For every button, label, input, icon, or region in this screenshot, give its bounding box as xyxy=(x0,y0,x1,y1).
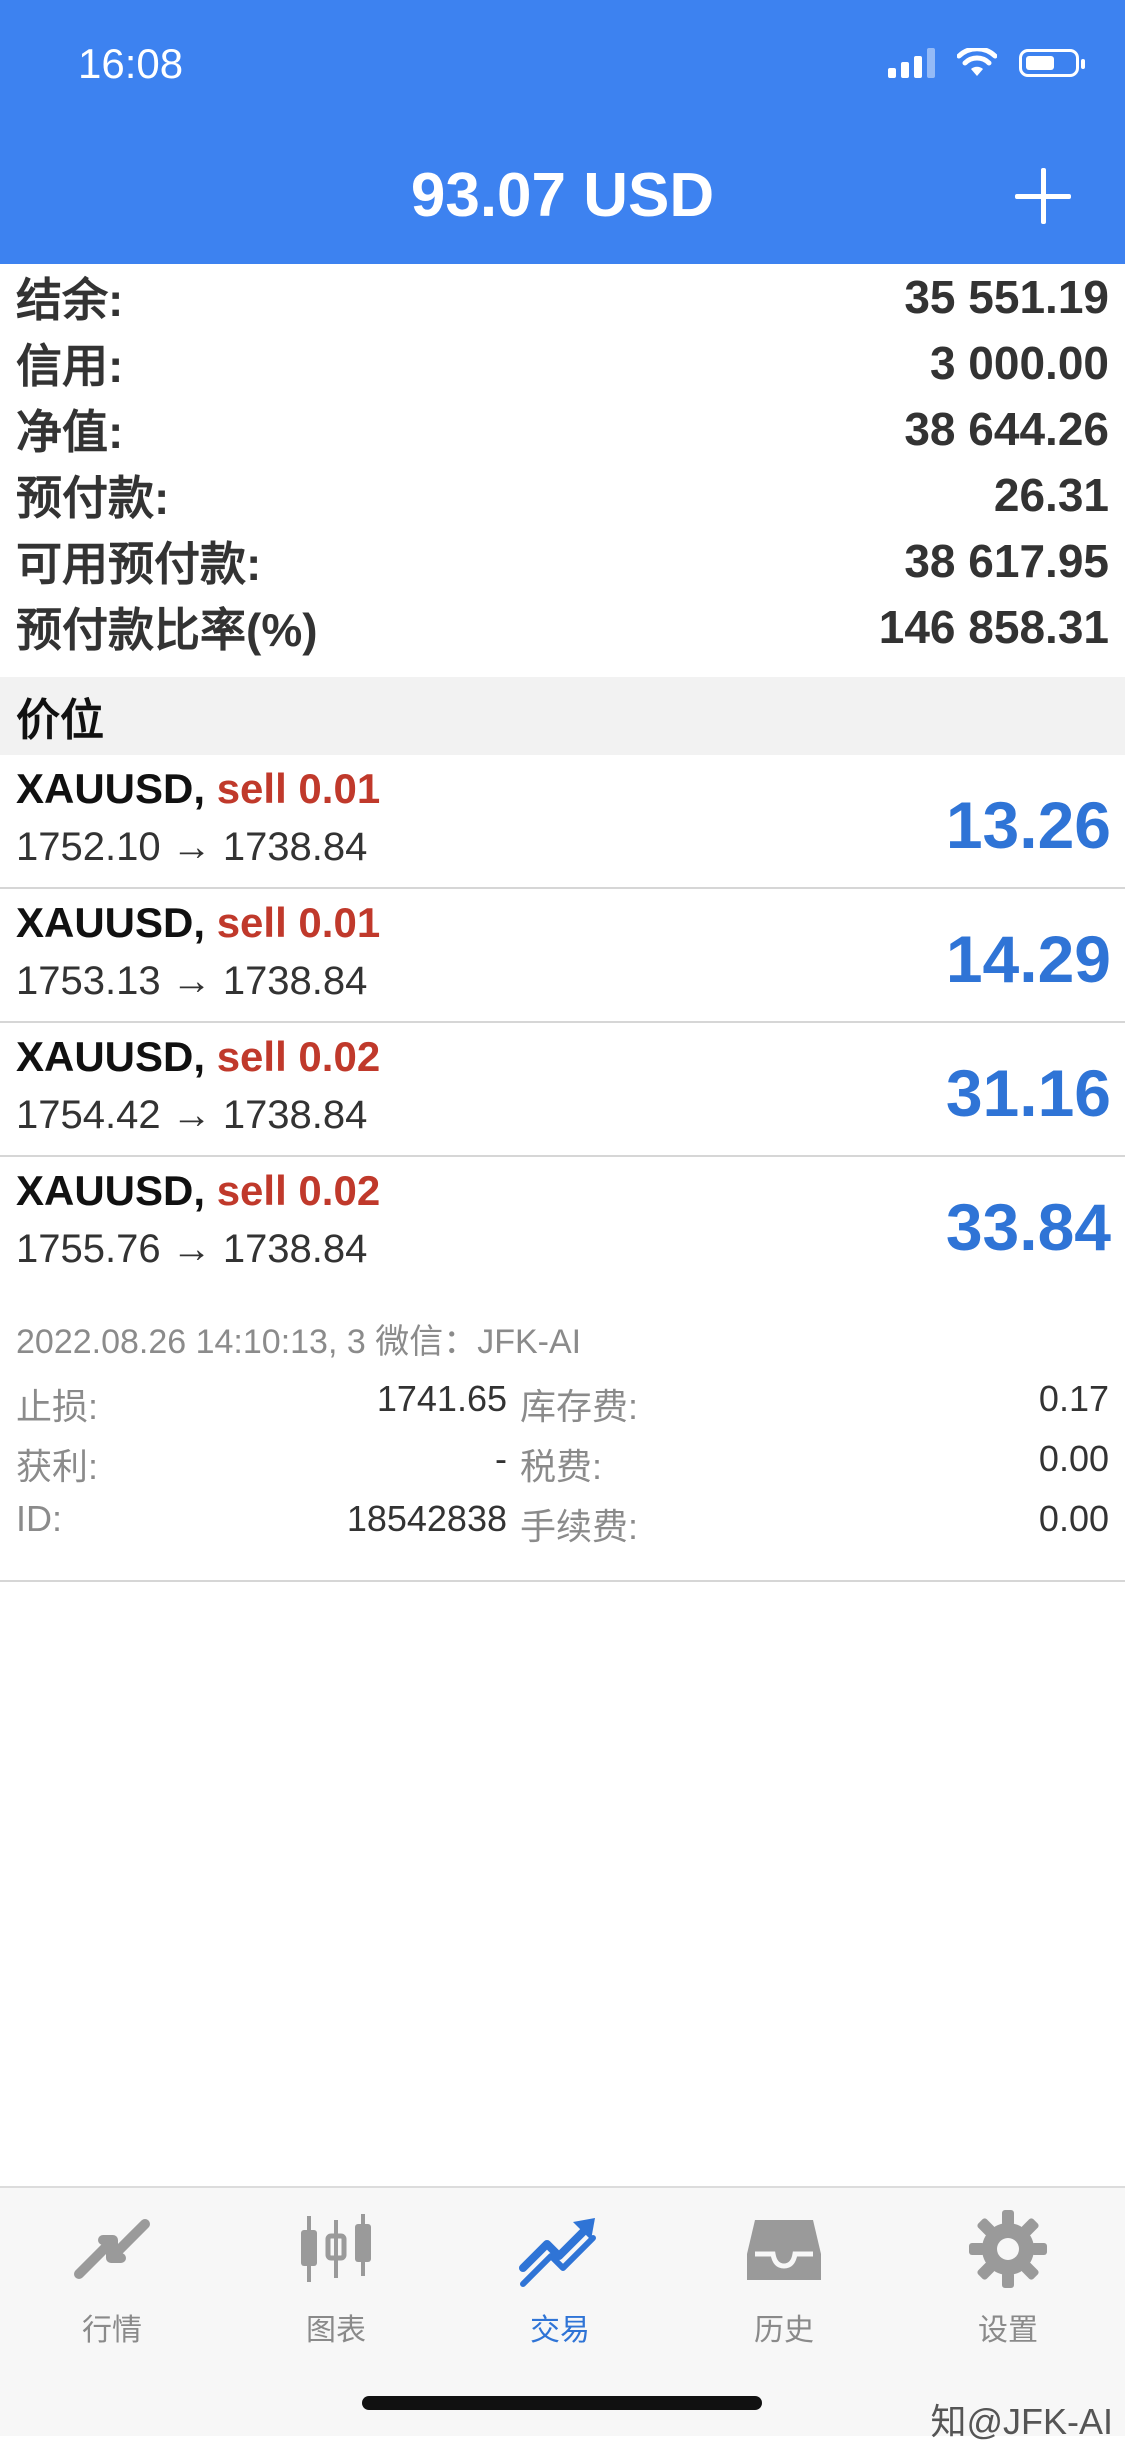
cellular-signal-icon xyxy=(888,48,935,78)
summary-row-free-margin: 可用预付款: 38 617.95 xyxy=(0,528,1125,594)
position-profit: 14.29 xyxy=(945,922,1111,996)
position-prices: 1752.10 → 1738.84 xyxy=(16,825,368,869)
position-prices: 1755.76 → 1738.84 xyxy=(16,1227,368,1271)
detail-value-commission: 0.00 xyxy=(1038,1498,1109,1539)
summary-label: 信用: xyxy=(16,340,124,392)
summary-row-equity: 净值: 38 644.26 xyxy=(0,396,1125,462)
position-side: sell 0.01 xyxy=(216,765,381,812)
tab-label: 历史 xyxy=(754,2314,814,2347)
detail-value-stop-loss: 1741.65 xyxy=(376,1378,507,1419)
position-symbol: XAUUSD, xyxy=(16,1033,206,1080)
position-side: sell 0.02 xyxy=(216,1033,381,1080)
summary-value: 38 644.26 xyxy=(904,403,1109,455)
detail-value-taxes: 0.00 xyxy=(1038,1438,1109,1479)
position-row[interactable]: XAUUSD, sell 0.01 1752.10 → 1738.84 13.2… xyxy=(0,755,1125,889)
position-prices: 1753.13 → 1738.84 xyxy=(16,959,368,1003)
detail-value-take-profit: - xyxy=(495,1438,507,1479)
tab-label: 图表 xyxy=(306,2314,366,2347)
detail-label-stop-loss: 止损: xyxy=(16,1386,99,1427)
position-prices: 1754.42 → 1738.84 xyxy=(16,1093,368,1137)
position-meta: 2022.08.26 14:10:13, 3 微信：JFK-AI xyxy=(16,1323,582,1361)
battery-icon xyxy=(1019,49,1085,77)
details-row: 获利: - 税费: 0.00 xyxy=(16,1438,1109,1498)
balance-title: 93.07 USD xyxy=(410,161,715,230)
home-indicator[interactable] xyxy=(362,2396,762,2410)
details-row: ID: 18542838 手续费: 0.00 xyxy=(16,1498,1109,1558)
trade-icon xyxy=(519,2218,596,2287)
summary-value: 35 551.19 xyxy=(904,271,1109,323)
summary-label: 可用预付款: xyxy=(16,538,262,590)
quotes-icon xyxy=(74,2219,150,2279)
position-symbol: XAUUSD, xyxy=(16,765,206,812)
account-summary: 结余: 35 551.19 信用: 3 000.00 净值: 38 644.26… xyxy=(0,264,1125,660)
summary-value: 38 617.95 xyxy=(904,535,1109,587)
summary-label: 预付款: xyxy=(16,472,170,524)
summary-value: 146 858.31 xyxy=(878,601,1109,653)
status-time: 16:08 xyxy=(78,40,184,87)
add-order-button[interactable] xyxy=(1015,168,1071,224)
position-profit: 31.16 xyxy=(945,1056,1111,1130)
position-side: sell 0.02 xyxy=(216,1167,381,1214)
summary-label: 净值: xyxy=(16,406,124,458)
positions-section-header: 价位 xyxy=(0,677,1125,755)
tab-label: 行情 xyxy=(82,2314,142,2347)
positions-list: XAUUSD, sell 0.01 1752.10 → 1738.84 13.2… xyxy=(0,755,1125,1291)
detail-label-commission: 手续费: xyxy=(520,1506,639,1547)
details-grid: 止损: 1741.65 库存费: 0.17 获利: - 税费: 0.00 ID:… xyxy=(16,1378,1109,1558)
summary-value: 3 000.00 xyxy=(929,337,1109,389)
position-symbol: XAUUSD, xyxy=(16,899,206,946)
tab-history[interactable]: 历史 xyxy=(694,2206,874,2349)
tab-label: 交易 xyxy=(530,2314,590,2347)
watermark: 知@JFK-AI xyxy=(930,2401,1113,2442)
position-details[interactable]: 2022.08.26 14:10:13, 3 微信：JFK-AI 止损: 174… xyxy=(0,1300,1125,1582)
summary-row-balance: 结余: 35 551.19 xyxy=(0,264,1125,330)
tab-label: 设置 xyxy=(978,2314,1038,2347)
chart-candles-icon xyxy=(301,2214,371,2282)
position-row-expanded[interactable]: XAUUSD, sell 0.02 1755.76 → 1738.84 33.8… xyxy=(0,1157,1125,1291)
tab-chart[interactable]: 图表 xyxy=(246,2206,426,2349)
tab-settings[interactable]: 设置 xyxy=(918,2206,1098,2349)
details-row: 止损: 1741.65 库存费: 0.17 xyxy=(16,1378,1109,1438)
position-profit: 13.26 xyxy=(945,788,1111,862)
position-row[interactable]: XAUUSD, sell 0.01 1753.13 → 1738.84 14.2… xyxy=(0,889,1125,1023)
summary-row-margin-level: 预付款比率(%) 146 858.31 xyxy=(0,594,1125,660)
detail-value-id: 18542838 xyxy=(346,1498,507,1539)
summary-row-credit: 信用: 3 000.00 xyxy=(0,330,1125,396)
summary-value: 26.31 xyxy=(993,469,1109,521)
history-icon xyxy=(747,2220,821,2280)
position-row[interactable]: XAUUSD, sell 0.02 1754.42 → 1738.84 31.1… xyxy=(0,1023,1125,1157)
position-symbol: XAUUSD, xyxy=(16,1167,206,1214)
tab-quotes[interactable]: 行情 xyxy=(22,2206,202,2349)
wifi-icon xyxy=(957,48,997,76)
detail-label-swap: 库存费: xyxy=(520,1386,639,1427)
settings-icon xyxy=(969,2210,1047,2288)
detail-label-taxes: 税费: xyxy=(520,1446,603,1487)
tab-trade[interactable]: 交易 xyxy=(470,2206,650,2349)
summary-label: 结余: xyxy=(16,274,124,326)
position-side: sell 0.01 xyxy=(216,899,381,946)
header-bar: 16:08 93.07 USD xyxy=(0,0,1125,264)
position-profit: 33.84 xyxy=(945,1190,1111,1264)
detail-value-swap: 0.17 xyxy=(1038,1378,1109,1419)
detail-label-take-profit: 获利: xyxy=(16,1446,99,1487)
detail-label-id: ID: xyxy=(16,1498,63,1539)
summary-label: 预付款比率(%) xyxy=(16,604,318,656)
summary-row-margin: 预付款: 26.31 xyxy=(0,462,1125,528)
status-icons xyxy=(888,48,1085,78)
